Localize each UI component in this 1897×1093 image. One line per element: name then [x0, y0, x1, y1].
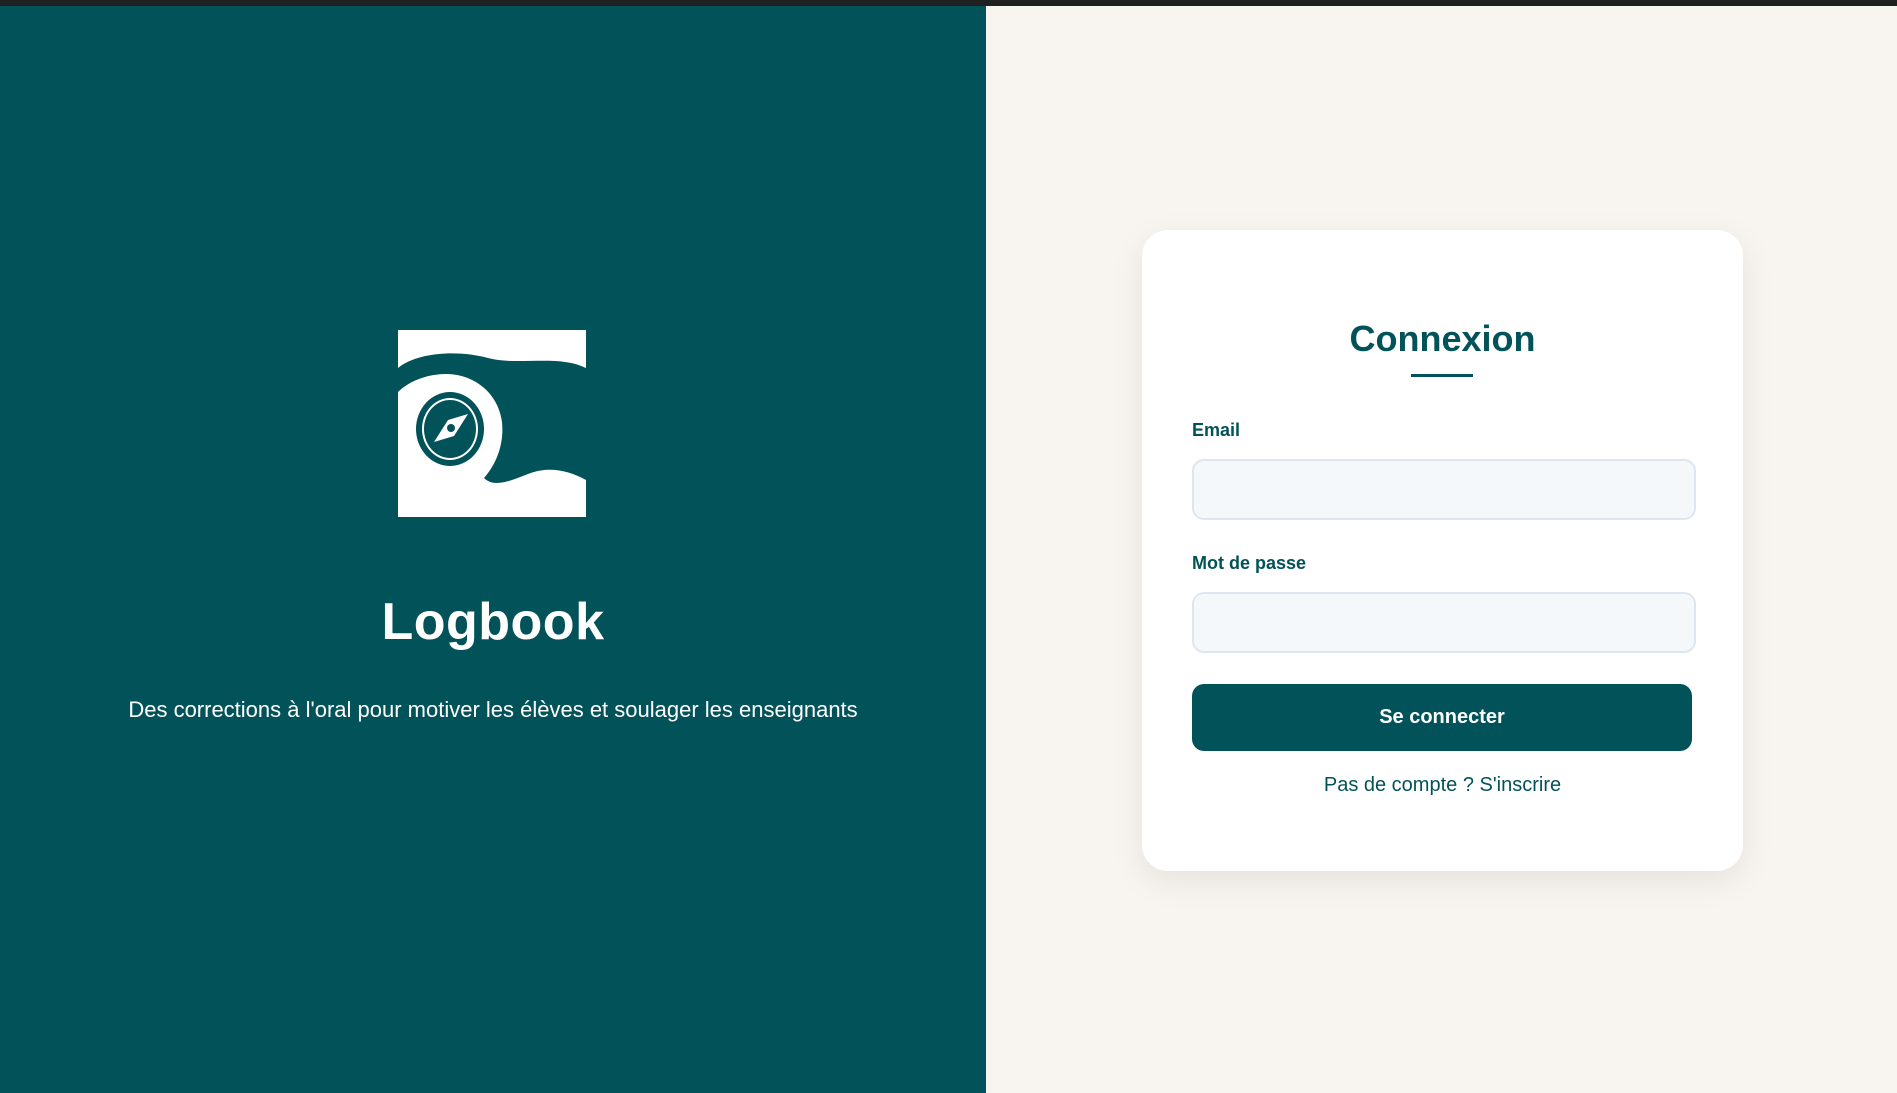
signup-link[interactable]: Pas de compte ? S'inscrire — [1142, 774, 1743, 797]
email-label: Email — [1192, 420, 1241, 440]
password-field[interactable] — [1192, 592, 1696, 653]
brand-tagline: Des corrections à l'oral pour motiver le… — [128, 697, 858, 722]
password-label: Mot de passe — [1192, 553, 1307, 573]
branding-panel — [0, 6, 986, 1093]
brand-name: Logbook — [381, 593, 605, 651]
email-field[interactable] — [1192, 459, 1696, 520]
login-card: Connexion Email Mot de passe Se connecte… — [1142, 230, 1743, 871]
login-title: Connexion — [1349, 318, 1536, 359]
title-underline — [1411, 374, 1473, 377]
compass-logo-icon — [398, 330, 586, 517]
login-button[interactable]: Se connecter — [1192, 684, 1692, 751]
